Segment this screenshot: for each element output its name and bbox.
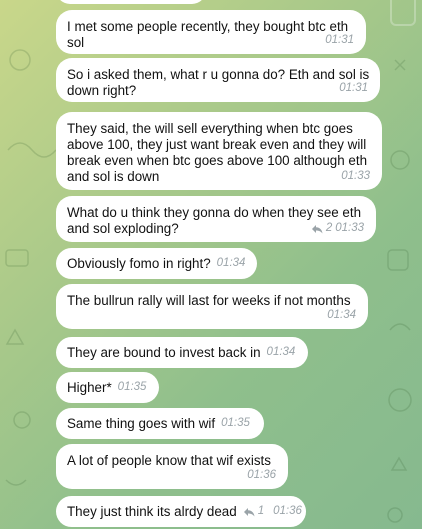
message-time: 01:31 <box>339 82 368 94</box>
message-bubble[interactable]: They are bound to invest back in 01:34 <box>56 337 308 368</box>
message-text: They said, the will sell everything when… <box>67 121 368 184</box>
message-bubble[interactable]: They just think its alrdy dead 1 01:36 <box>56 496 306 527</box>
message-bubble[interactable]: I met some people recently, they bought … <box>56 10 366 54</box>
reply-count: 2 <box>325 222 333 234</box>
message-time: 01:35 <box>117 381 147 393</box>
chat-message-list[interactable]: I met some people recently, they bought … <box>0 0 422 529</box>
message-text: So i asked them, what r u gonna do? Eth … <box>67 67 370 98</box>
message-bubble[interactable]: They said, the will sell everything when… <box>56 112 382 190</box>
message-text: Same thing goes with wif <box>67 415 216 431</box>
message-time: 01:34 <box>266 346 296 358</box>
message-text: A lot of people know that wif exists <box>67 453 271 468</box>
message-time: 01:35 <box>221 417 250 429</box>
message-time: 01:31 <box>325 34 354 46</box>
message-text: They are bound to invest back in <box>67 344 261 360</box>
message-text: They just think its alrdy dead <box>67 503 237 519</box>
message-time: 01:36 <box>273 505 302 517</box>
reply-count: 1 <box>257 505 265 517</box>
reply-arrow-icon <box>311 224 323 233</box>
message-bubble[interactable]: Obviously fomo in right? 01:34 <box>56 248 257 279</box>
message-time: 01:34 <box>327 309 356 321</box>
reply-arrow-icon <box>243 507 255 516</box>
message-bubble[interactable]: The bullrun rally will last for weeks if… <box>56 284 368 329</box>
message-time: 01:33 <box>341 170 370 182</box>
replies-counter[interactable]: 2 01:33 <box>311 222 364 235</box>
message-time: 01:33 <box>335 222 364 234</box>
message-time: 01:34 <box>216 257 246 269</box>
message-time: 01:36 <box>247 469 276 481</box>
replies-counter[interactable]: 1 01:36 <box>243 505 302 518</box>
message-text: Obviously fomo in right? <box>67 255 211 271</box>
message-text: Higher* <box>67 379 112 395</box>
message-bubble[interactable]: So i asked them, what r u gonna do? Eth … <box>56 58 380 102</box>
message-bubble[interactable]: A lot of people know that wif exists 01:… <box>56 444 288 489</box>
message-bubble[interactable]: Same thing goes with wif 01:35 <box>56 408 264 439</box>
message-text: The bullrun rally will last for weeks if… <box>67 293 351 308</box>
message-bubble[interactable]: Higher* 01:35 <box>56 372 159 403</box>
message-text: I met some people recently, they bought … <box>67 19 349 50</box>
message-bubble[interactable]: What do u think they gonna do when they … <box>56 196 376 242</box>
